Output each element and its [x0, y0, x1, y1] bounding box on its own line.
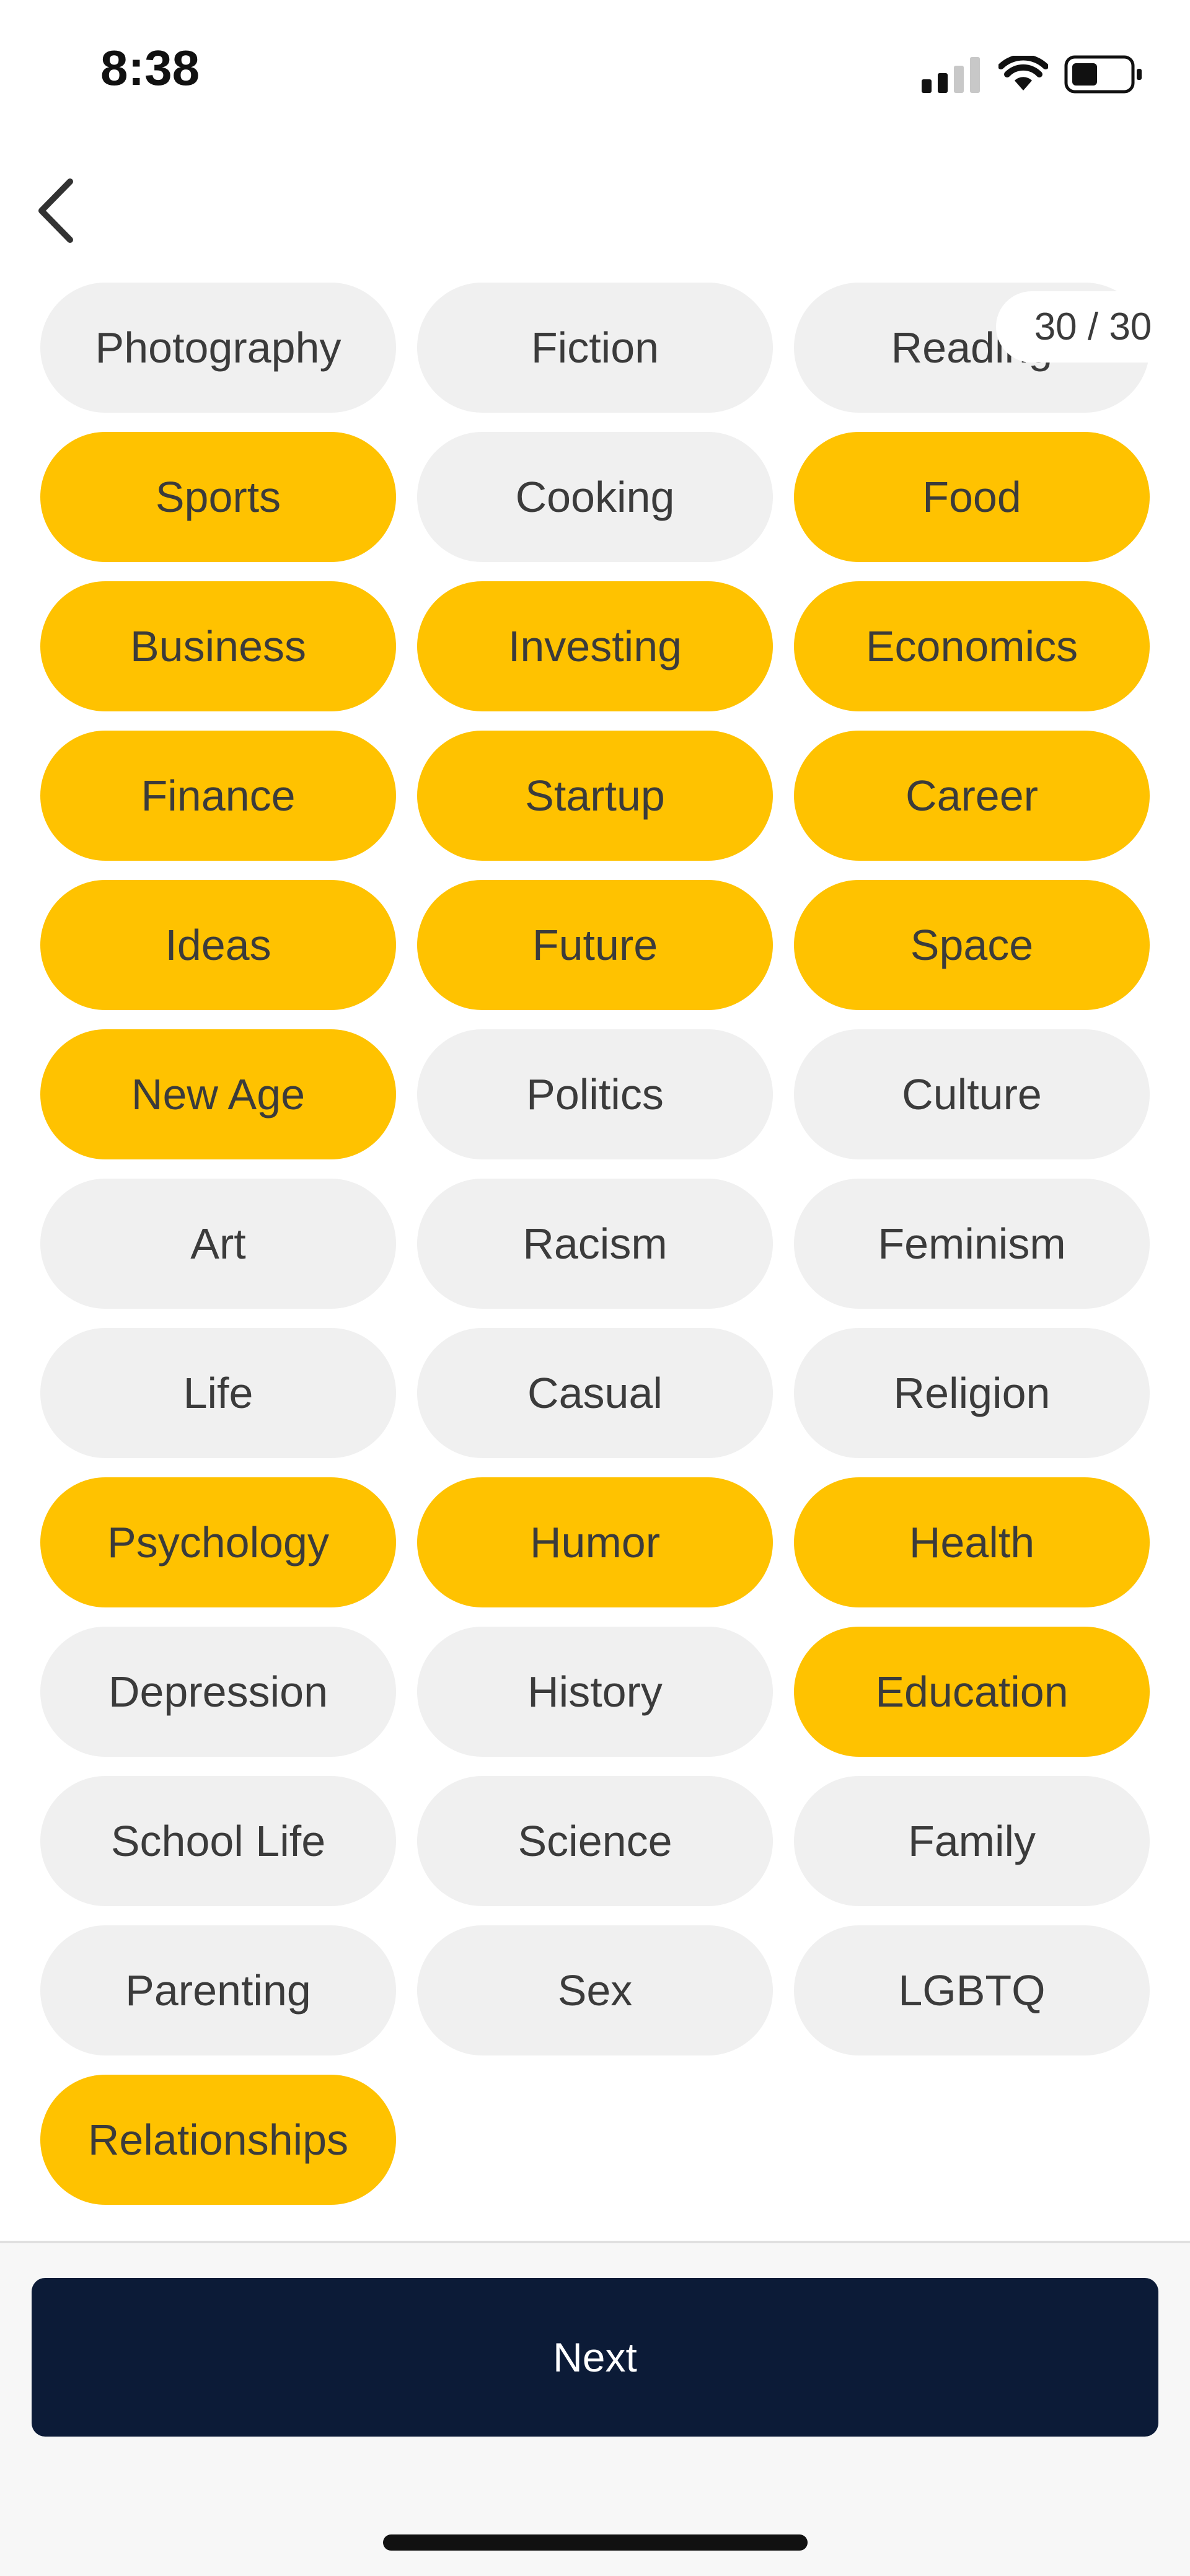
topic-chip-sports[interactable]: Sports	[40, 432, 396, 562]
battery-icon	[1064, 55, 1142, 94]
chevron-left-icon	[38, 178, 73, 243]
topic-chip-education[interactable]: Education	[794, 1627, 1150, 1757]
status-icons	[922, 50, 1144, 99]
home-indicator	[383, 2534, 808, 2551]
status-bar: 8:38	[0, 0, 1190, 143]
topic-chip-photography[interactable]: Photography	[40, 283, 396, 413]
topic-chip-history[interactable]: History	[417, 1627, 773, 1757]
topic-chip-startup[interactable]: Startup	[417, 731, 773, 861]
topic-chip-space[interactable]: Space	[794, 880, 1150, 1010]
topic-chip-humor[interactable]: Humor	[417, 1477, 773, 1607]
topic-chip-depression[interactable]: Depression	[40, 1627, 396, 1757]
topic-chip-casual[interactable]: Casual	[417, 1328, 773, 1458]
topic-chip-investing[interactable]: Investing	[417, 581, 773, 711]
topic-chip-feminism[interactable]: Feminism	[794, 1179, 1150, 1309]
topic-chip-relationships[interactable]: Relationships	[40, 2075, 396, 2205]
topic-chip-politics[interactable]: Politics	[417, 1029, 773, 1159]
next-button[interactable]: Next	[32, 2278, 1158, 2437]
topic-chip-racism[interactable]: Racism	[417, 1179, 773, 1309]
topic-chip-culture[interactable]: Culture	[794, 1029, 1150, 1159]
topic-chip-economics[interactable]: Economics	[794, 581, 1150, 711]
topic-chip-business[interactable]: Business	[40, 581, 396, 711]
topic-chip-school-life[interactable]: School Life	[40, 1776, 396, 1906]
topic-chip-future[interactable]: Future	[417, 880, 773, 1010]
wifi-icon	[998, 56, 1048, 90]
topic-chip-parenting[interactable]: Parenting	[40, 1925, 396, 2055]
status-time: 8:38	[100, 40, 200, 95]
topic-chip-food[interactable]: Food	[794, 432, 1150, 562]
cellular-signal-icon	[922, 57, 980, 93]
topic-chip-family[interactable]: Family	[794, 1776, 1150, 1906]
topic-chip-finance[interactable]: Finance	[40, 731, 396, 861]
topic-chip-art[interactable]: Art	[40, 1179, 396, 1309]
topic-chip-sex[interactable]: Sex	[417, 1925, 773, 2055]
back-button[interactable]	[19, 167, 93, 254]
topic-chip-religion[interactable]: Religion	[794, 1328, 1150, 1458]
selection-counter: 30 / 30	[996, 291, 1190, 363]
topic-chip-ideas[interactable]: Ideas	[40, 880, 396, 1010]
topic-chip-life[interactable]: Life	[40, 1328, 396, 1458]
topic-chip-science[interactable]: Science	[417, 1776, 773, 1906]
topic-chip-new-age[interactable]: New Age	[40, 1029, 396, 1159]
topic-chip-career[interactable]: Career	[794, 731, 1150, 861]
topic-chip-psychology[interactable]: Psychology	[40, 1477, 396, 1607]
topic-chip-lgbtq[interactable]: LGBTQ	[794, 1925, 1150, 2055]
topic-chip-cooking[interactable]: Cooking	[417, 432, 773, 562]
topic-chip-health[interactable]: Health	[794, 1477, 1150, 1607]
topic-grid: Photography Fiction Reading Sports Cooking Fo…	[40, 283, 1150, 2205]
topic-chip-fiction[interactable]: Fiction	[417, 283, 773, 413]
